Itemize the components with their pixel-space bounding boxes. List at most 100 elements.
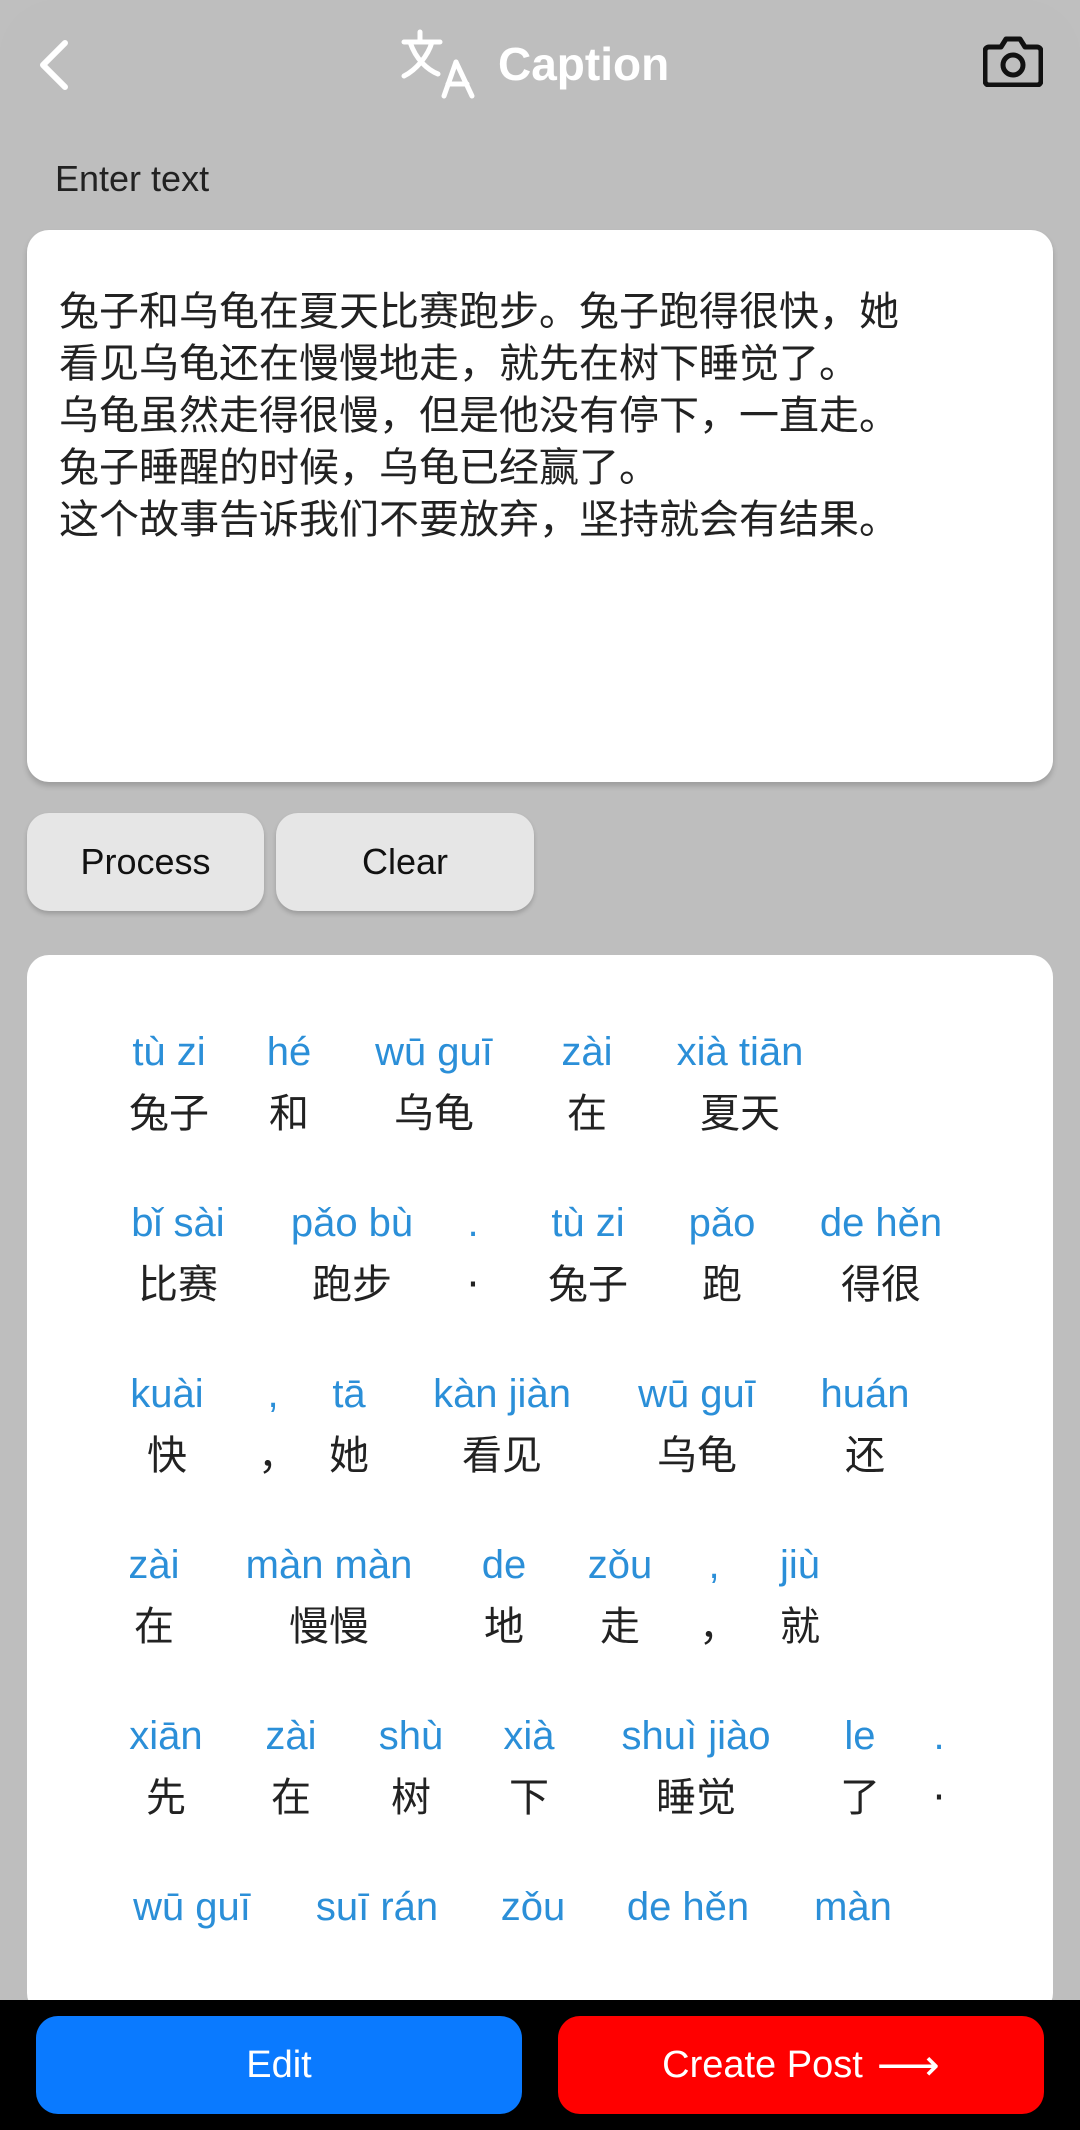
- pinyin-text: wū guī: [375, 1030, 493, 1074]
- hanzi-text: 快: [147, 1433, 187, 1479]
- hanzi-text: 睡觉: [656, 1775, 736, 1821]
- word-token: . ·: [931, 1709, 947, 1825]
- result-row: tù zi 兔子 hé 和 wū guī 乌龟 zài 在 xià tiān 夏…: [27, 1025, 1053, 1145]
- hanzi-text: ，: [258, 1433, 298, 1479]
- hanzi-text: 走: [600, 1604, 640, 1650]
- word-token: wū guī: [126, 1880, 258, 1934]
- result-row: kuài 快 , ， tā 她 kàn jiàn 看见 wū guī 乌龟 hu…: [27, 1367, 1053, 1487]
- word-token: shù 树: [375, 1709, 447, 1825]
- back-button[interactable]: [30, 30, 80, 100]
- pinyin-text: de hěn: [819, 1201, 943, 1245]
- hanzi-text: 乌龟: [394, 1091, 474, 1137]
- pinyin-text: pǎo: [688, 1201, 756, 1245]
- pinyin-text: suī rán: [315, 1885, 439, 1929]
- pinyin-text: ,: [267, 1372, 279, 1416]
- page-title: Caption: [498, 38, 670, 90]
- hanzi-text: 乌龟: [657, 1433, 737, 1479]
- edit-button[interactable]: Edit: [36, 2016, 522, 2114]
- word-token: tù zi 兔子: [545, 1196, 631, 1312]
- word-token: huán 还: [817, 1367, 913, 1483]
- hanzi-text: 就: [780, 1604, 820, 1650]
- process-button[interactable]: Process: [27, 813, 264, 911]
- hanzi-text: 比赛: [138, 1262, 218, 1308]
- pinyin-text: pǎo bù: [290, 1201, 414, 1245]
- camera-button[interactable]: [982, 30, 1044, 92]
- word-token: xià 下: [501, 1709, 557, 1825]
- word-token: , ，: [258, 1367, 298, 1483]
- word-token: màn: [809, 1880, 897, 1934]
- word-token: tù zi 兔子: [126, 1025, 212, 1141]
- hanzi-text: 还: [845, 1433, 885, 1479]
- hanzi-text: 慢慢: [289, 1604, 369, 1650]
- camera-icon: [983, 36, 1043, 87]
- hanzi-text: 兔子: [548, 1262, 628, 1308]
- create-post-button[interactable]: Create Post ⟶: [558, 2016, 1044, 2114]
- word-token: xià tiān 夏天: [670, 1025, 810, 1141]
- word-token: pǎo 跑: [685, 1196, 759, 1312]
- text-input-card: 兔子和乌龟在夏天比赛跑步。兔子跑得很快，她 看见乌龟还在慢慢地走，就先在树下睡觉…: [27, 230, 1053, 782]
- hanzi-text: 地: [484, 1604, 524, 1650]
- edit-button-label: Edit: [246, 2043, 312, 2086]
- word-token: wū guī 乌龟: [369, 1025, 499, 1141]
- chevron-left-icon: [40, 40, 68, 90]
- hanzi-text: ·: [932, 1775, 946, 1821]
- bottom-action-bar: Edit Create Post ⟶: [0, 2000, 1080, 2130]
- word-token: de hěn: [623, 1880, 753, 1934]
- pinyin-text: tā: [332, 1372, 366, 1416]
- pinyin-text: tù zi: [132, 1030, 206, 1074]
- word-token: suī rán: [309, 1880, 445, 1934]
- pinyin-text: màn: [814, 1885, 892, 1929]
- hanzi-text: 树: [391, 1775, 431, 1821]
- pinyin-text: de hěn: [626, 1885, 750, 1929]
- word-token: zài 在: [126, 1538, 182, 1654]
- pinyin-text: zài: [128, 1543, 180, 1587]
- pinyin-result-card: tù zi 兔子 hé 和 wū guī 乌龟 zài 在 xià tiān 夏…: [27, 955, 1053, 2015]
- word-token: , ，: [699, 1538, 739, 1654]
- word-token: tā 她: [325, 1367, 373, 1483]
- pinyin-text: jiù: [779, 1543, 821, 1587]
- word-token: le 了: [838, 1709, 882, 1825]
- word-token: zài 在: [263, 1709, 319, 1825]
- pinyin-text: .: [933, 1714, 945, 1758]
- hanzi-text: 先: [146, 1775, 186, 1821]
- hanzi-text: ，: [699, 1604, 739, 1650]
- arrow-right-icon: ⟶: [876, 2040, 940, 2090]
- word-token: bǐ sài 比赛: [126, 1196, 230, 1312]
- result-row: bǐ sài 比赛 pǎo bù 跑步 . · tù zi 兔子 pǎo 跑 d…: [27, 1196, 1053, 1316]
- word-token: jiù 就: [775, 1538, 825, 1654]
- pinyin-text: zǒu: [500, 1885, 566, 1929]
- hanzi-text: 和: [269, 1091, 309, 1137]
- result-row: wū guī suī rán zǒu de hěn màn: [27, 1880, 1053, 2000]
- pinyin-text: xià tiān: [676, 1030, 804, 1074]
- hanzi-text: 跑步: [312, 1262, 392, 1308]
- input-label: Enter text: [55, 158, 210, 199]
- pinyin-text: bǐ sài: [131, 1201, 225, 1245]
- hanzi-text: 下: [509, 1775, 549, 1821]
- hanzi-text: ·: [466, 1262, 480, 1308]
- pinyin-text: kuài: [130, 1372, 204, 1416]
- create-post-label: Create Post: [662, 2043, 863, 2086]
- hanzi-text: 在: [134, 1604, 174, 1650]
- pinyin-text: zǒu: [587, 1543, 653, 1587]
- word-token: de hěn 得很: [815, 1196, 947, 1312]
- word-token: kàn jiàn 看见: [427, 1367, 577, 1483]
- pinyin-text: wū guī: [133, 1885, 251, 1929]
- pinyin-text: zài: [265, 1714, 317, 1758]
- hanzi-text: 兔子: [129, 1091, 209, 1137]
- hanzi-text: 看见: [462, 1433, 542, 1479]
- word-token: zài 在: [557, 1025, 617, 1141]
- text-input[interactable]: 兔子和乌龟在夏天比赛跑步。兔子跑得很快，她 看见乌龟还在慢慢地走，就先在树下睡觉…: [57, 284, 1027, 766]
- hanzi-text: 在: [567, 1091, 607, 1137]
- pinyin-text: xiān: [129, 1714, 203, 1758]
- pinyin-text: zài: [561, 1030, 613, 1074]
- hanzi-text: 在: [271, 1775, 311, 1821]
- pinyin-text: de: [481, 1543, 527, 1587]
- word-token: de 地: [479, 1538, 529, 1654]
- word-token: zǒu: [497, 1880, 569, 1934]
- pinyin-text: xià: [503, 1714, 555, 1758]
- word-token: zǒu 走: [585, 1538, 655, 1654]
- clear-button[interactable]: Clear: [276, 813, 534, 911]
- word-token: màn màn 慢慢: [237, 1538, 421, 1654]
- word-token: wū guī 乌龟: [632, 1367, 762, 1483]
- pinyin-text: .: [467, 1201, 479, 1245]
